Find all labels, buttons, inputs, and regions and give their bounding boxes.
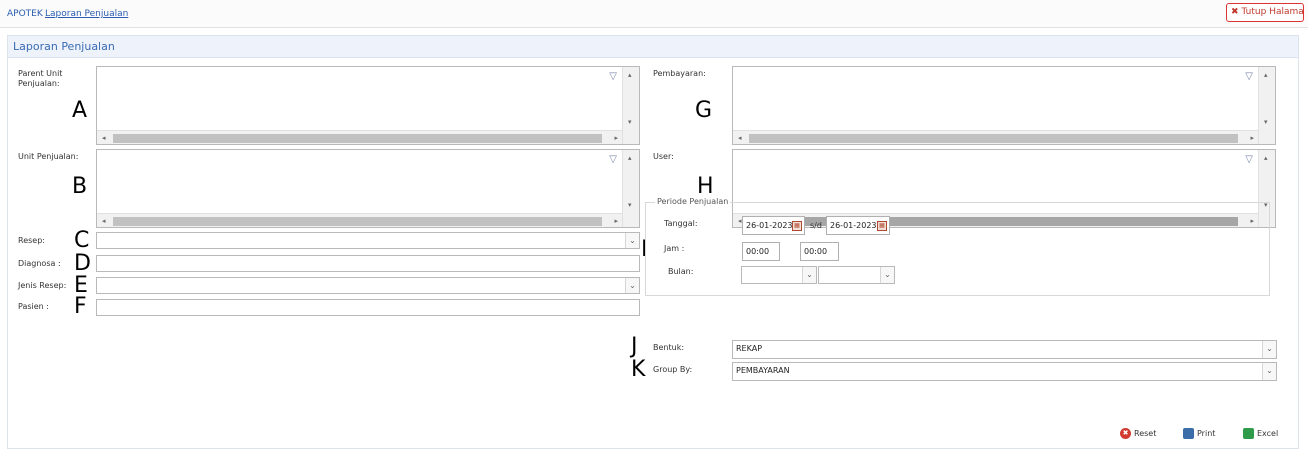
vertical-scrollbar[interactable]: ▴ ▾ bbox=[622, 150, 639, 227]
resep-label: Resep: bbox=[18, 236, 45, 245]
filter-icon[interactable]: ▽ bbox=[1245, 154, 1253, 165]
bulan-from-select[interactable]: ⌄ bbox=[741, 266, 817, 284]
excel-button[interactable]: Excel bbox=[1243, 428, 1278, 440]
marker-c: C bbox=[74, 228, 90, 253]
calendar-icon[interactable]: ▦ bbox=[877, 221, 887, 231]
resep-select[interactable]: ⌄ bbox=[96, 232, 640, 249]
reset-label: Reset bbox=[1134, 429, 1157, 438]
pasien-label: Pasien : bbox=[18, 302, 49, 311]
printer-icon bbox=[1183, 428, 1194, 439]
scroll-left-icon[interactable]: ◂ bbox=[102, 217, 106, 225]
scroll-right-icon[interactable]: ▸ bbox=[614, 217, 618, 225]
bentuk-label: Bentuk: bbox=[653, 343, 685, 352]
date-to-value: 26-01-2023 bbox=[830, 221, 877, 230]
date-from-value: 26-01-2023 bbox=[746, 221, 793, 230]
date-from-input[interactable]: 26-01-2023 ▦ bbox=[742, 216, 805, 235]
parent-unit-label: Parent Unit Penjualan: bbox=[18, 69, 63, 88]
scroll-down-icon[interactable]: ▾ bbox=[628, 118, 632, 126]
scroll-down-icon[interactable]: ▾ bbox=[628, 201, 632, 209]
close-page-button[interactable]: ✖ Tutup Halaman bbox=[1226, 3, 1304, 22]
tanggal-label: Tanggal: bbox=[664, 219, 698, 228]
scroll-left-icon[interactable]: ◂ bbox=[102, 134, 106, 142]
filter-icon[interactable]: ▽ bbox=[609, 71, 617, 82]
scroll-left-icon[interactable]: ◂ bbox=[738, 134, 742, 142]
time-to-value: 00:00 bbox=[804, 247, 828, 256]
bulan-label: Bulan: bbox=[668, 267, 694, 276]
group-by-label: Group By: bbox=[653, 365, 693, 374]
reset-button[interactable]: ✖ Reset bbox=[1120, 428, 1156, 440]
bentuk-select[interactable]: REKAP ⌄ bbox=[732, 340, 1277, 359]
scroll-down-icon[interactable]: ▾ bbox=[1264, 118, 1268, 126]
group-by-select[interactable]: PEMBAYARAN ⌄ bbox=[732, 362, 1277, 381]
date-to-input[interactable]: 26-01-2023 ▦ bbox=[826, 216, 890, 235]
filter-icon[interactable]: ▽ bbox=[609, 154, 617, 165]
close-page-label: Tutup Halaman bbox=[1241, 7, 1304, 17]
chevron-down-icon[interactable]: ⌄ bbox=[625, 278, 639, 293]
jam-label: Jam : bbox=[664, 244, 685, 253]
excel-icon bbox=[1243, 428, 1254, 439]
marker-h: H bbox=[697, 174, 714, 199]
chevron-down-icon[interactable]: ⌄ bbox=[625, 233, 639, 248]
group-by-value: PEMBAYARAN bbox=[736, 366, 790, 375]
periode-legend: Periode Penjualan bbox=[655, 197, 731, 206]
scroll-up-icon[interactable]: ▴ bbox=[1264, 154, 1268, 162]
bulan-to-select[interactable]: ⌄ bbox=[818, 266, 895, 284]
scroll-thumb[interactable] bbox=[113, 134, 602, 143]
marker-j: J bbox=[631, 334, 638, 359]
scroll-up-icon[interactable]: ▴ bbox=[628, 154, 632, 162]
calendar-icon[interactable]: ▦ bbox=[792, 221, 802, 231]
scroll-up-icon[interactable]: ▴ bbox=[628, 71, 632, 79]
horizontal-scrollbar[interactable]: ◂ ▸ bbox=[733, 130, 1258, 144]
horizontal-scrollbar[interactable]: ◂ ▸ bbox=[97, 130, 622, 144]
reset-icon: ✖ bbox=[1120, 428, 1131, 439]
horizontal-scrollbar[interactable]: ◂ ▸ bbox=[97, 213, 622, 227]
bentuk-value: REKAP bbox=[736, 344, 763, 353]
scroll-thumb[interactable] bbox=[113, 217, 602, 226]
user-label: User: bbox=[653, 152, 674, 161]
periode-fieldset: Periode Penjualan Tanggal: 26-01-2023 ▦ … bbox=[645, 197, 1270, 296]
chevron-down-icon[interactable]: ⌄ bbox=[880, 267, 894, 283]
unit-listbox[interactable]: ▽ ▴ ▾ ◂ ▸ bbox=[96, 149, 640, 228]
excel-label: Excel bbox=[1257, 429, 1279, 438]
chevron-down-icon[interactable]: ⌄ bbox=[802, 267, 816, 283]
unit-label: Unit Penjualan: bbox=[18, 152, 79, 161]
panel-title: Laporan Penjualan bbox=[8, 36, 1298, 58]
time-from-input[interactable]: 00:00 bbox=[742, 242, 780, 261]
print-label: Print bbox=[1197, 429, 1216, 438]
marker-b: B bbox=[72, 174, 88, 199]
marker-f: F bbox=[74, 294, 87, 319]
jenis-resep-select[interactable]: ⌄ bbox=[96, 277, 640, 294]
pembayaran-listbox[interactable]: ▽ ▴ ▾ ◂ ▸ bbox=[732, 66, 1276, 145]
marker-a: A bbox=[72, 98, 88, 123]
filter-icon[interactable]: ▽ bbox=[1245, 71, 1253, 82]
breadcrumb-app[interactable]: APOTEK bbox=[7, 9, 43, 19]
vertical-scrollbar[interactable]: ▴ ▾ bbox=[622, 67, 639, 144]
marker-d: D bbox=[74, 251, 91, 276]
diagnosa-label: Diagnosa : bbox=[18, 259, 61, 268]
marker-k: K bbox=[631, 357, 646, 382]
date-separator: s/d bbox=[810, 221, 822, 230]
scroll-thumb[interactable] bbox=[749, 134, 1238, 143]
time-to-input[interactable]: 00:00 bbox=[800, 242, 839, 261]
close-icon: ✖ bbox=[1231, 7, 1239, 17]
pembayaran-label: Pembayaran: bbox=[653, 69, 706, 78]
jenis-resep-label: Jenis Resep: bbox=[18, 281, 67, 290]
parent-unit-listbox[interactable]: ▽ ▴ ▾ ◂ ▸ bbox=[96, 66, 640, 145]
diagnosa-input[interactable] bbox=[96, 255, 640, 272]
pasien-input[interactable] bbox=[96, 299, 640, 316]
breadcrumb-page[interactable]: Laporan Penjualan bbox=[45, 9, 128, 19]
print-button[interactable]: Print bbox=[1183, 428, 1215, 440]
scroll-up-icon[interactable]: ▴ bbox=[1264, 71, 1268, 79]
marker-g: G bbox=[695, 98, 713, 123]
chevron-down-icon[interactable]: ⌄ bbox=[1262, 363, 1276, 380]
scroll-right-icon[interactable]: ▸ bbox=[1250, 134, 1254, 142]
top-bar: APOTEK Laporan Penjualan ✖ Tutup Halaman bbox=[0, 0, 1308, 28]
time-from-value: 00:00 bbox=[746, 247, 770, 256]
vertical-scrollbar[interactable]: ▴ ▾ bbox=[1258, 67, 1275, 144]
scroll-right-icon[interactable]: ▸ bbox=[614, 134, 618, 142]
chevron-down-icon[interactable]: ⌄ bbox=[1262, 341, 1276, 358]
